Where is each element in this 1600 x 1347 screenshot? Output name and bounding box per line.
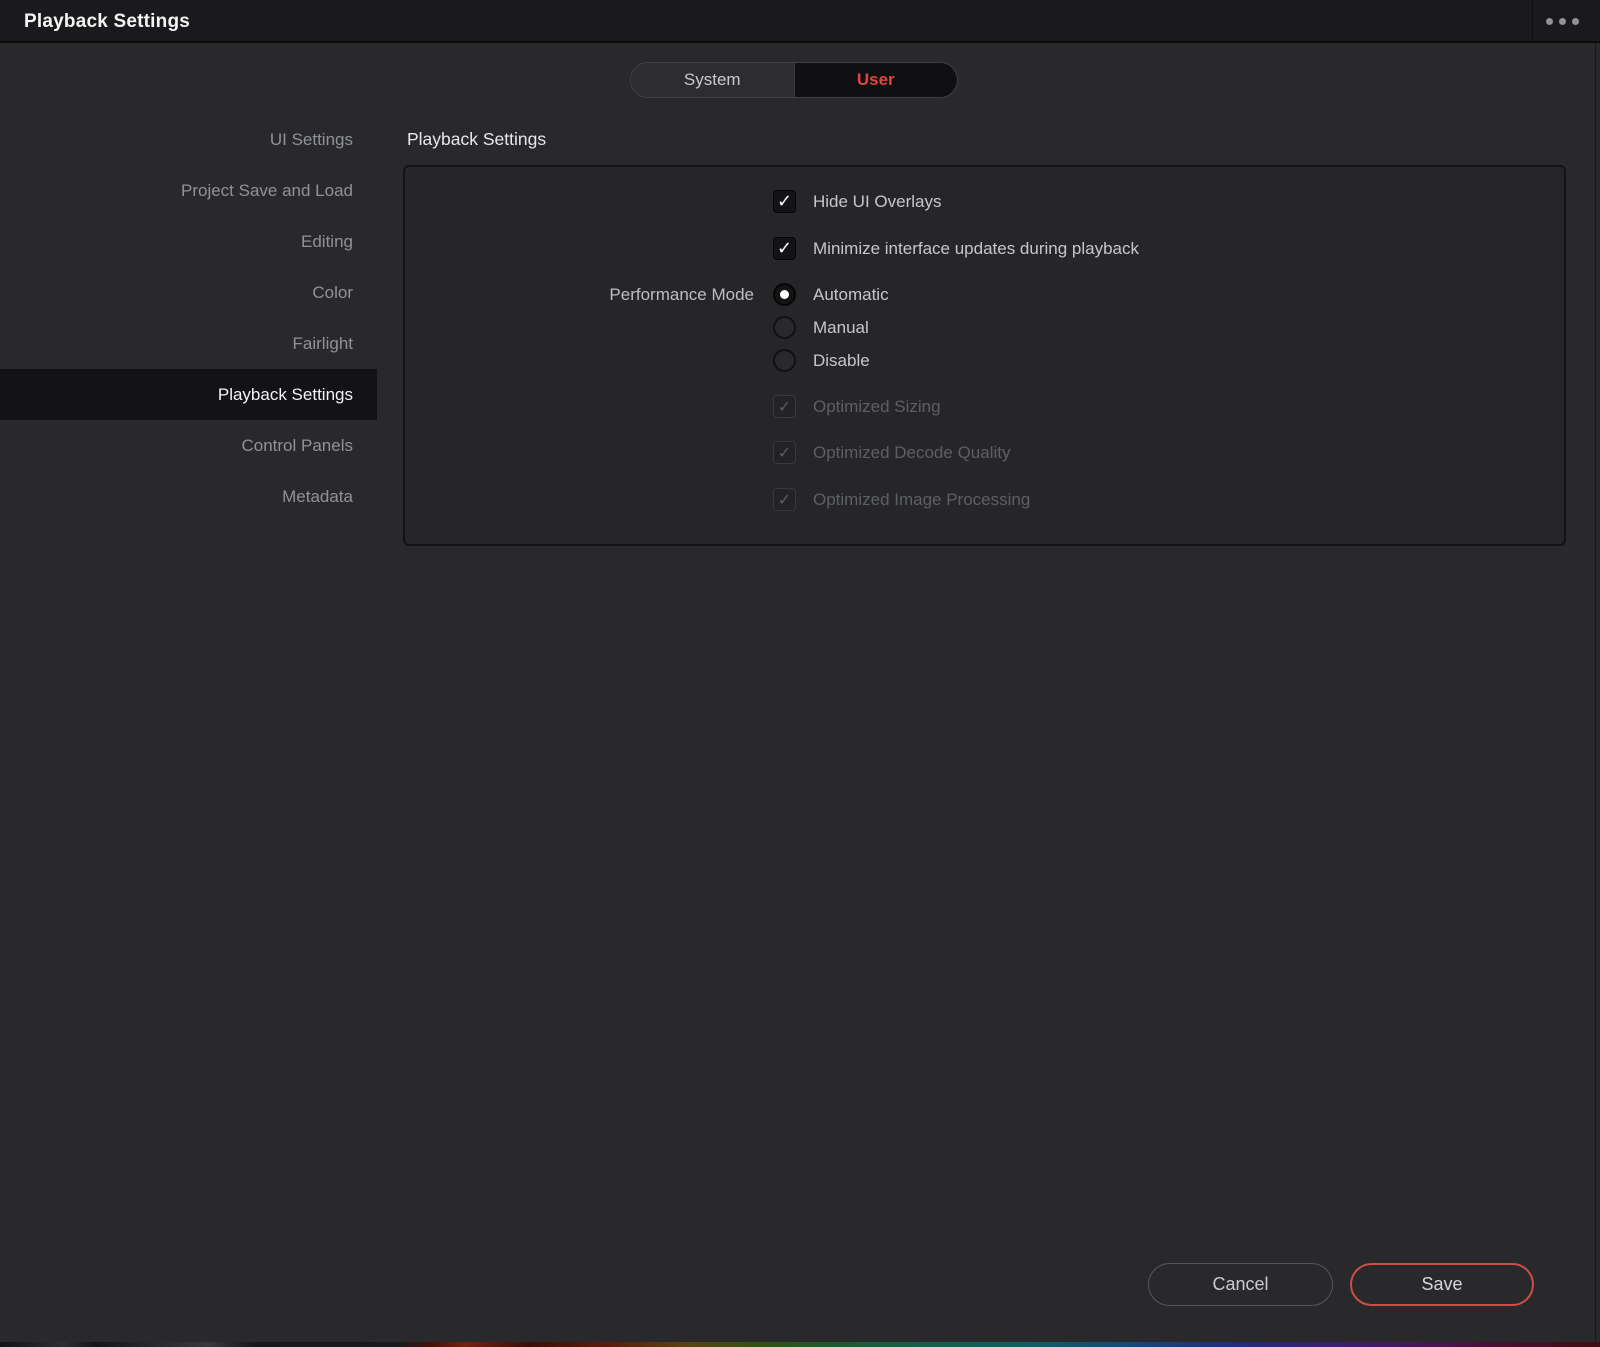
performance-disable-radio[interactable] (773, 349, 796, 372)
performance-disable-label: Disable (813, 349, 870, 372)
performance-mode-label: Performance Mode (450, 283, 754, 306)
dialog-right-edge (1595, 43, 1600, 1342)
tab-system[interactable]: System (631, 63, 794, 97)
save-button[interactable]: Save (1350, 1263, 1534, 1306)
sidebar-item-fairlight[interactable]: Fairlight (0, 318, 377, 369)
checkmark-icon: ✓ (777, 193, 792, 211)
performance-manual-radio[interactable] (773, 316, 796, 339)
sidebar-item-color[interactable]: Color (0, 267, 377, 318)
ellipsis-icon (1546, 18, 1553, 25)
titlebar: Playback Settings (0, 0, 1600, 43)
minimize-updates-label: Minimize interface updates during playba… (813, 237, 1139, 260)
sidebar-item-editing[interactable]: Editing (0, 216, 377, 267)
performance-automatic-radio[interactable] (773, 283, 796, 306)
hide-ui-overlays-label: Hide UI Overlays (813, 190, 941, 213)
sidebar-item-control-panels[interactable]: Control Panels (0, 420, 377, 471)
sidebar-item-ui-settings[interactable]: UI Settings (0, 114, 377, 165)
page-title: Playback Settings (407, 126, 546, 152)
options-menu-button[interactable] (1532, 0, 1592, 43)
sidebar-item-metadata[interactable]: Metadata (0, 471, 377, 522)
hide-ui-overlays-checkbox[interactable]: ✓ (773, 190, 796, 213)
checkmark-icon: ✓ (778, 399, 791, 415)
optimized-sizing-checkbox: ✓ (773, 395, 796, 418)
sidebar-item-project-save-and-load[interactable]: Project Save and Load (0, 165, 377, 216)
optimized-image-processing-label: Optimized Image Processing (813, 488, 1030, 511)
performance-manual-label: Manual (813, 316, 869, 339)
optimized-decode-quality-label: Optimized Decode Quality (813, 441, 1010, 464)
sidebar-item-playback-settings[interactable]: Playback Settings (0, 369, 377, 420)
cancel-button[interactable]: Cancel (1148, 1263, 1333, 1306)
minimize-updates-checkbox[interactable]: ✓ (773, 237, 796, 260)
ellipsis-icon (1572, 18, 1579, 25)
playback-settings-dialog: Playback Settings System User UI Setting… (0, 0, 1600, 1347)
checkmark-icon: ✓ (778, 492, 791, 508)
background-app-strip (0, 1342, 1600, 1347)
settings-sidebar: UI Settings Project Save and Load Editin… (0, 114, 377, 522)
window-title: Playback Settings (24, 0, 190, 43)
optimized-decode-quality-checkbox: ✓ (773, 441, 796, 464)
checkmark-icon: ✓ (778, 445, 791, 461)
radio-dot-icon (780, 290, 789, 299)
settings-scope-toggle: System User (630, 62, 958, 98)
performance-automatic-label: Automatic (813, 283, 889, 306)
optimized-image-processing-checkbox: ✓ (773, 488, 796, 511)
tab-user[interactable]: User (794, 63, 958, 97)
ellipsis-icon (1559, 18, 1566, 25)
checkmark-icon: ✓ (777, 240, 792, 258)
optimized-sizing-label: Optimized Sizing (813, 395, 941, 418)
